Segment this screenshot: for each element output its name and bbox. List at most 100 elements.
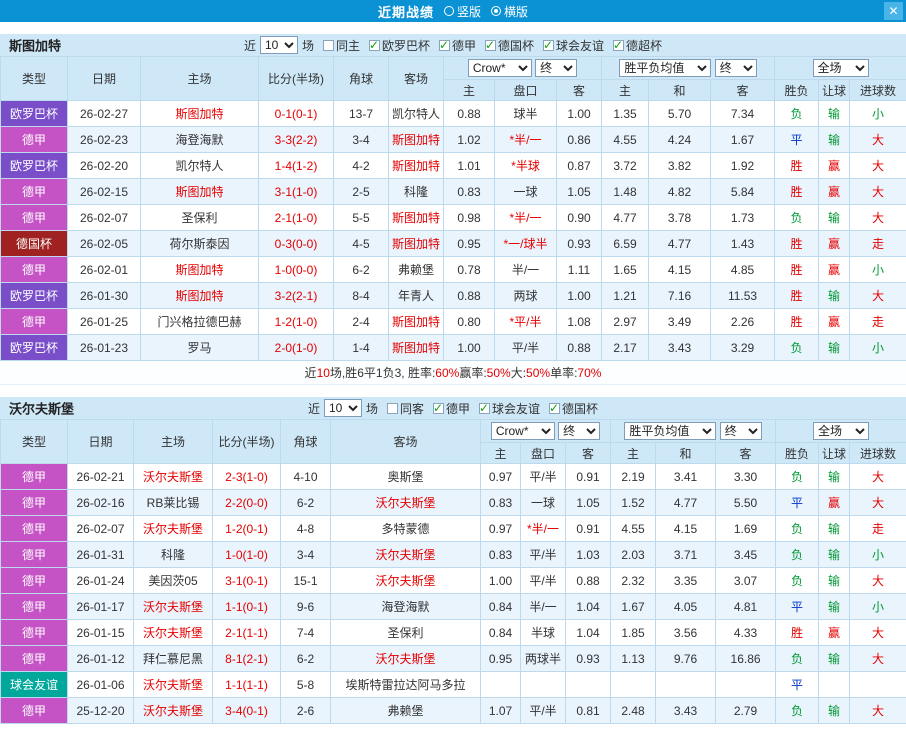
odds-source-select[interactable]: Crow* bbox=[467, 59, 532, 77]
cell-mean-home: 4.77 bbox=[601, 204, 650, 231]
cell-mean-home: 2.17 bbox=[601, 334, 650, 361]
close-button[interactable]: ✕ bbox=[884, 2, 903, 20]
summary-segment: 单率: bbox=[550, 366, 578, 380]
filter-checkbox[interactable]: 德甲 bbox=[439, 37, 476, 54]
cell-mean-draw: 3.35 bbox=[655, 567, 717, 594]
checkbox-icon[interactable] bbox=[543, 38, 555, 52]
checkbox-icon[interactable] bbox=[549, 401, 561, 415]
cell-mean-home: 1.67 bbox=[610, 593, 657, 620]
subcol-mean-draw: 和 bbox=[655, 442, 717, 464]
cell-odds-home: 0.83 bbox=[480, 489, 521, 516]
cell-mean-draw: 4.15 bbox=[648, 256, 712, 283]
cell-odds-home: 0.88 bbox=[443, 100, 495, 127]
checkbox-icon[interactable] bbox=[433, 401, 444, 415]
matches-table: 类型 日期 主场 比分(半场) 角球 客场 Crow* 终 胜平负均值 终 全场… bbox=[0, 56, 906, 361]
filter-checkbox[interactable]: 欧罗巴杯 bbox=[368, 37, 430, 54]
filter-checkbox[interactable]: 德国杯 bbox=[549, 400, 598, 417]
cell-mean-away: 4.33 bbox=[715, 619, 777, 646]
recent-results-window: 近期战绩 竖版 横版 ✕ 斯图加特 近10场同主欧罗巴杯德甲德国杯球会友谊德超杯 bbox=[0, 0, 906, 724]
cell-goals-result: 大 bbox=[849, 178, 906, 205]
cell-odds-away: 1.00 bbox=[555, 282, 603, 309]
cell-score: 0-1(0-1) bbox=[258, 100, 334, 127]
cell-handicap: 半/一 bbox=[520, 593, 566, 620]
cell-mean-home: 1.21 bbox=[601, 282, 650, 309]
checkbox-icon[interactable] bbox=[322, 39, 334, 51]
team-section-wolfsburg: 沃尔夫斯堡 近10场同客德甲球会友谊德国杯 类型 日期 主场 比分(半场) 角球… bbox=[0, 397, 906, 724]
cell-score: 1-1(0-1) bbox=[212, 593, 281, 620]
cell-mean-away: 2.79 bbox=[715, 697, 777, 724]
recent-count-select[interactable]: 10 bbox=[323, 399, 362, 417]
match-row: 德甲 26-02-01 斯图加特 1-0(0-0) 6-2 弗赖堡 0.78 半/一 1.11 1… bbox=[0, 256, 906, 283]
col-header-type: 类型 bbox=[0, 56, 68, 101]
filter-checkbox[interactable]: 德国杯 bbox=[485, 37, 534, 54]
checkbox-icon[interactable] bbox=[368, 38, 380, 52]
odds-source-select[interactable]: Crow* bbox=[490, 422, 555, 440]
cell-date: 26-02-05 bbox=[67, 230, 141, 257]
cell-odds-away: 0.87 bbox=[555, 152, 603, 179]
filter-checkbox[interactable]: 德甲 bbox=[433, 400, 470, 417]
filter-checkbox[interactable]: 德超杯 bbox=[613, 37, 662, 54]
filter-checkbox[interactable]: 同客 bbox=[386, 400, 424, 417]
mean-final-select[interactable]: 终 bbox=[719, 422, 762, 440]
checkbox-icon[interactable] bbox=[613, 38, 625, 52]
match-row: 德甲 26-01-12 拜仁慕尼黑 8-1(2-1) 6-2 沃尔夫斯堡 0.95 两球半 0.… bbox=[0, 645, 906, 672]
cell-handicap-result: 输 bbox=[818, 204, 851, 231]
cell-handicap-result: 赢 bbox=[818, 152, 851, 179]
cell-odds-away: 1.05 bbox=[564, 489, 612, 516]
col-header-type: 类型 bbox=[0, 419, 68, 464]
mean-odds-select[interactable]: 胜平负均值 bbox=[624, 422, 717, 440]
cell-odds-away: 1.04 bbox=[564, 619, 612, 646]
cell-result: 负 bbox=[774, 100, 820, 127]
recent-count-select[interactable]: 10 bbox=[259, 36, 298, 54]
cell-score: 3-3(2-2) bbox=[258, 126, 334, 153]
checkbox-icon[interactable] bbox=[479, 401, 491, 415]
mean-odds-select[interactable]: 胜平负均值 bbox=[619, 59, 712, 77]
cell-result: 平 bbox=[775, 593, 820, 620]
layout-radio-horizontal[interactable]: 横版 bbox=[491, 3, 528, 20]
filter-checkbox[interactable]: 球会友谊 bbox=[479, 400, 540, 417]
cell-mean-away: 3.07 bbox=[715, 567, 777, 594]
cell-competition: 德甲 bbox=[0, 126, 68, 153]
section-header: 斯图加特 近10场 同主 欧罗巴杯 德甲 德国杯 球会友谊 德超杯 bbox=[0, 34, 906, 56]
cell-handicap: 两球 bbox=[494, 282, 557, 309]
checkbox-icon[interactable] bbox=[439, 38, 450, 52]
cell-score: 1-0(0-0) bbox=[258, 256, 334, 283]
cell-handicap-result: 输 bbox=[818, 567, 851, 594]
filter-checkbox[interactable]: 同主 bbox=[322, 37, 360, 54]
cell-mean-away: 16.86 bbox=[715, 645, 777, 672]
filter-checkbox[interactable]: 球会友谊 bbox=[543, 37, 604, 54]
checkbox-icon[interactable] bbox=[386, 402, 398, 414]
cell-score: 1-1(1-1) bbox=[212, 671, 281, 698]
match-row: 德甲 26-01-17 沃尔夫斯堡 1-1(0-1) 9-6 海登海默 0.84 半/一 1.0… bbox=[0, 593, 906, 620]
cell-result: 负 bbox=[775, 645, 820, 672]
cell-date: 26-01-24 bbox=[67, 567, 134, 594]
odds-final-select[interactable]: 终 bbox=[535, 59, 578, 77]
col-header-home: 主场 bbox=[133, 419, 213, 464]
cell-corners: 6-2 bbox=[280, 489, 331, 516]
mean-final-select[interactable]: 终 bbox=[714, 59, 757, 77]
cell-handicap-result: 赢 bbox=[818, 308, 851, 335]
match-row: 欧罗巴杯 26-02-20 凯尔特人 1-4(1-2) 4-2 斯图加特 1.01 *半球 0.… bbox=[0, 152, 906, 179]
scope-select[interactable]: 全场 bbox=[813, 422, 870, 440]
cell-handicap-result: 赢 bbox=[818, 619, 851, 646]
scope-select[interactable]: 全场 bbox=[812, 59, 869, 77]
section-header: 沃尔夫斯堡 近10场 同客 德甲 球会友谊 德国杯 bbox=[0, 397, 906, 419]
cell-mean-away: 5.50 bbox=[715, 489, 777, 516]
checkbox-icon[interactable] bbox=[485, 38, 497, 52]
cell-odds-away: 1.11 bbox=[555, 256, 603, 283]
match-row: 德甲 26-02-07 沃尔夫斯堡 1-2(0-1) 4-8 多特蒙德 0.97 *半/一 0.… bbox=[0, 515, 906, 542]
summary-segment: 赢率: bbox=[459, 366, 487, 380]
cell-goals-result: 小 bbox=[849, 100, 906, 127]
cell-result: 胜 bbox=[774, 230, 820, 257]
cell-handicap: 平/半 bbox=[520, 697, 566, 724]
cell-corners: 15-1 bbox=[280, 567, 331, 594]
odds-final-select[interactable]: 终 bbox=[558, 422, 601, 440]
cell-handicap-result: 赢 bbox=[818, 256, 851, 283]
filter-checkbox-label: 球会友谊 bbox=[556, 38, 605, 53]
cell-result: 负 bbox=[774, 204, 820, 231]
cell-handicap: *半球 bbox=[494, 152, 557, 179]
layout-radio-vertical[interactable]: 竖版 bbox=[443, 3, 481, 20]
cell-result: 平 bbox=[775, 489, 820, 516]
cell-mean-home bbox=[610, 671, 657, 698]
cell-odds-home: 0.83 bbox=[480, 541, 521, 568]
